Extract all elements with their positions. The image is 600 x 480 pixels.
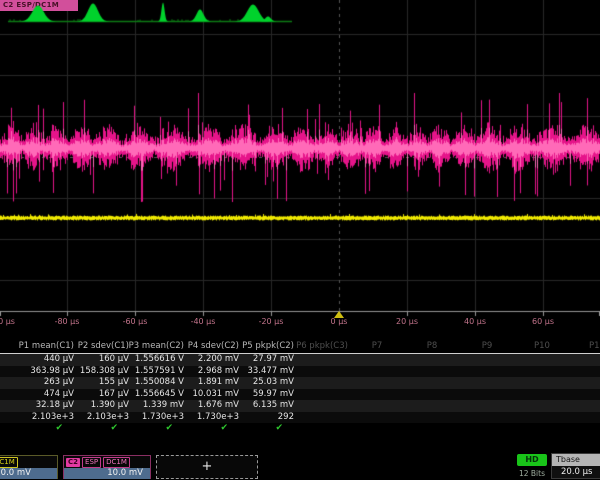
c1-coupling-chip: DC1M (0, 457, 18, 468)
parameter-value: 1.891 mV (198, 377, 239, 389)
parameter-value: 1.390 µV (91, 400, 129, 412)
parameter-value: 33.477 mV (247, 366, 294, 378)
oscilloscope-screen: C2 ESP/DC1M -100 µs-80 µs-60 µs-40 µs-20… (0, 0, 600, 480)
tbase-label: Tbase (552, 454, 600, 466)
parameter-histicons (0, 0, 600, 26)
channel-descriptor-c1[interactable]: C1 DC1M 10.0 mV (0, 455, 58, 479)
parameter-value: 1.556616 V (135, 354, 184, 366)
parameter-value: 1.550084 V (135, 377, 184, 389)
parameter-value: 292 (278, 412, 294, 424)
parameter-header-inactive[interactable]: P8 (427, 341, 438, 351)
parameter-header[interactable]: P2 sdev(C1) (78, 341, 129, 351)
time-axis-label: 0 µs (331, 317, 348, 326)
timebase-descriptor[interactable]: Tbase 20.0 µs (551, 453, 600, 479)
measurement-table: P1 mean(C1) 440 µV363.98 µV263 µV474 µV32… (0, 340, 600, 435)
parameter-value: 2.103e+3 (32, 412, 74, 424)
hd-mode-badge[interactable]: HD (517, 454, 547, 466)
parameter-header[interactable]: P5 pkpk(C2) (242, 341, 294, 351)
status-ok-icon: ✔ (110, 423, 118, 433)
waveform-plot-area[interactable] (0, 0, 600, 318)
parameter-header-inactive[interactable]: P11 (589, 341, 600, 351)
parameter-value: 27.97 mV (253, 354, 294, 366)
plus-icon: + (202, 459, 213, 474)
parameter-value: 6.135 mV (253, 400, 294, 412)
parameter-value: 158.308 µV (80, 366, 129, 378)
parameter-value: 2.103e+3 (87, 412, 129, 424)
parameter-value: 2.200 mV (198, 354, 239, 366)
parameter-header-inactive[interactable]: P10 (534, 341, 550, 351)
c2-coupling-chip: DC1M (103, 457, 130, 468)
parameter-header-inactive[interactable]: P6 pkpk(C3) (296, 341, 348, 351)
status-ok-icon: ✔ (275, 423, 283, 433)
parameter-value: 474 µV (44, 389, 74, 401)
trigger-position-marker[interactable] (334, 311, 344, 318)
c1-scale-value: 10.0 mV (0, 468, 57, 479)
parameter-header[interactable]: P3 mean(C2) (129, 341, 184, 351)
time-axis-label: -60 µs (123, 317, 148, 326)
table-row (0, 377, 600, 389)
parameter-header[interactable]: P1 mean(C1) (19, 341, 74, 351)
parameter-value: 1.730e+3 (142, 412, 184, 424)
parameter-value: 25.03 mV (253, 377, 294, 389)
time-axis-label: -100 µs (0, 317, 15, 326)
adc-bits-label: 12 Bits (515, 469, 549, 478)
c2-channel-tag: C2 (66, 458, 80, 467)
parameter-value: 167 µV (99, 389, 129, 401)
table-row (0, 389, 600, 401)
parameter-value: 1.730e+3 (197, 412, 239, 424)
parameter-value: 59.97 mV (253, 389, 294, 401)
parameter-value: 1.676 mV (198, 400, 239, 412)
status-ok-icon: ✔ (165, 423, 173, 433)
time-axis-label: -40 µs (191, 317, 216, 326)
time-axis-label: -80 µs (55, 317, 80, 326)
parameter-header-inactive[interactable]: P7 (372, 341, 383, 351)
add-trace-button[interactable]: + (156, 455, 258, 479)
parameter-header-inactive[interactable]: P9 (482, 341, 493, 351)
status-ok-icon: ✔ (220, 423, 228, 433)
time-axis-label: -20 µs (259, 317, 284, 326)
channel-descriptor-c2[interactable]: C2 ESP DC1M 10.0 mV (63, 455, 151, 479)
c2-scale-value: 10.0 mV (64, 468, 150, 479)
c2-chip-row: C2 ESP DC1M (64, 456, 150, 468)
parameter-header[interactable]: P4 sdev(C2) (188, 341, 239, 351)
parameter-value: 2.968 mV (198, 366, 239, 378)
parameter-value: 32.18 µV (36, 400, 74, 412)
parameter-value: 363.98 µV (30, 366, 74, 378)
tbase-value: 20.0 µs (552, 466, 600, 478)
c2-esp-chip: ESP (82, 457, 101, 468)
parameter-value: 1.557591 V (135, 366, 184, 378)
parameter-value: 10.031 mV (192, 389, 239, 401)
time-axis-label: 60 µs (532, 317, 554, 326)
parameter-value: 1.556645 V (135, 389, 184, 401)
parameter-value: 263 µV (44, 377, 74, 389)
parameter-value: 1.339 mV (143, 400, 184, 412)
status-ok-icon: ✔ (55, 423, 63, 433)
time-axis-label: 40 µs (464, 317, 486, 326)
time-axis-label: 20 µs (396, 317, 418, 326)
parameter-value: 155 µV (99, 377, 129, 389)
c1-chip-row: C1 DC1M (0, 456, 57, 468)
table-row (0, 354, 600, 366)
parameter-value: 160 µV (99, 354, 129, 366)
channel-descriptor-bar: C1 DC1M 10.0 mV C2 ESP DC1M 10.0 mV + HD… (0, 453, 600, 480)
time-axis: -100 µs -80 µs -60 µs -40 µs -20 µs 0 µs 20 µs… (0, 317, 600, 330)
parameter-value: 440 µV (44, 354, 74, 366)
